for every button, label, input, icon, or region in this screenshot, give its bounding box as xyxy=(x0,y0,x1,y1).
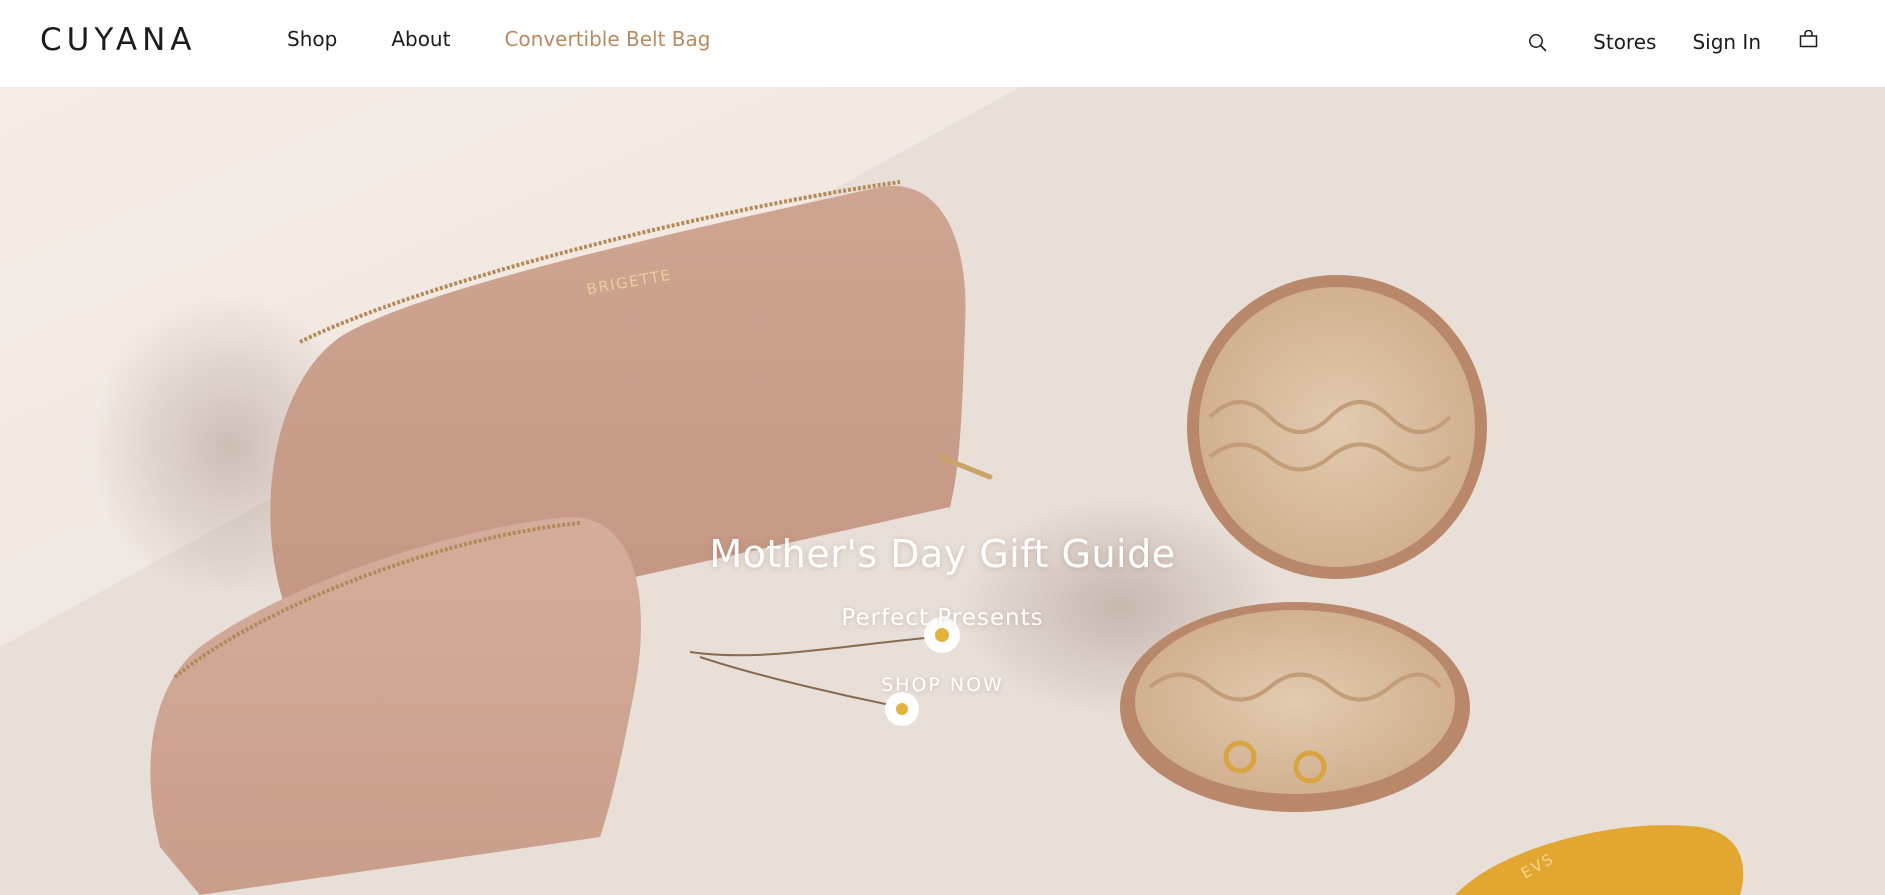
utility-nav: Stores Sign In xyxy=(1525,28,1819,56)
search-icon[interactable] xyxy=(1525,30,1549,54)
stores-link[interactable]: Stores xyxy=(1593,28,1656,56)
shop-now-button[interactable]: SHOP NOW xyxy=(0,674,1885,696)
brand-logo[interactable]: CUYANA xyxy=(40,22,196,58)
nav-item-convertible-belt-bag[interactable]: Convertible Belt Bag xyxy=(504,26,710,52)
nav-item-shop[interactable]: Shop xyxy=(287,26,337,52)
hero-title: Mother's Day Gift Guide xyxy=(709,532,1176,576)
sign-in-link[interactable]: Sign In xyxy=(1692,28,1761,56)
site-header: CUYANA Shop About Convertible Belt Bag S… xyxy=(0,0,1885,87)
shopping-bag-icon[interactable] xyxy=(1797,27,1819,51)
hero-product-image: BRIGETTE EVS xyxy=(0,87,1885,895)
main-nav: Shop About Convertible Belt Bag xyxy=(287,26,764,52)
hero-banner[interactable]: BRIGETTE EVS Mother's Day Gift Guide Per… xyxy=(0,87,1885,895)
hero-subtitle: Perfect Presents xyxy=(841,605,1044,631)
nav-item-about[interactable]: About xyxy=(391,26,450,52)
